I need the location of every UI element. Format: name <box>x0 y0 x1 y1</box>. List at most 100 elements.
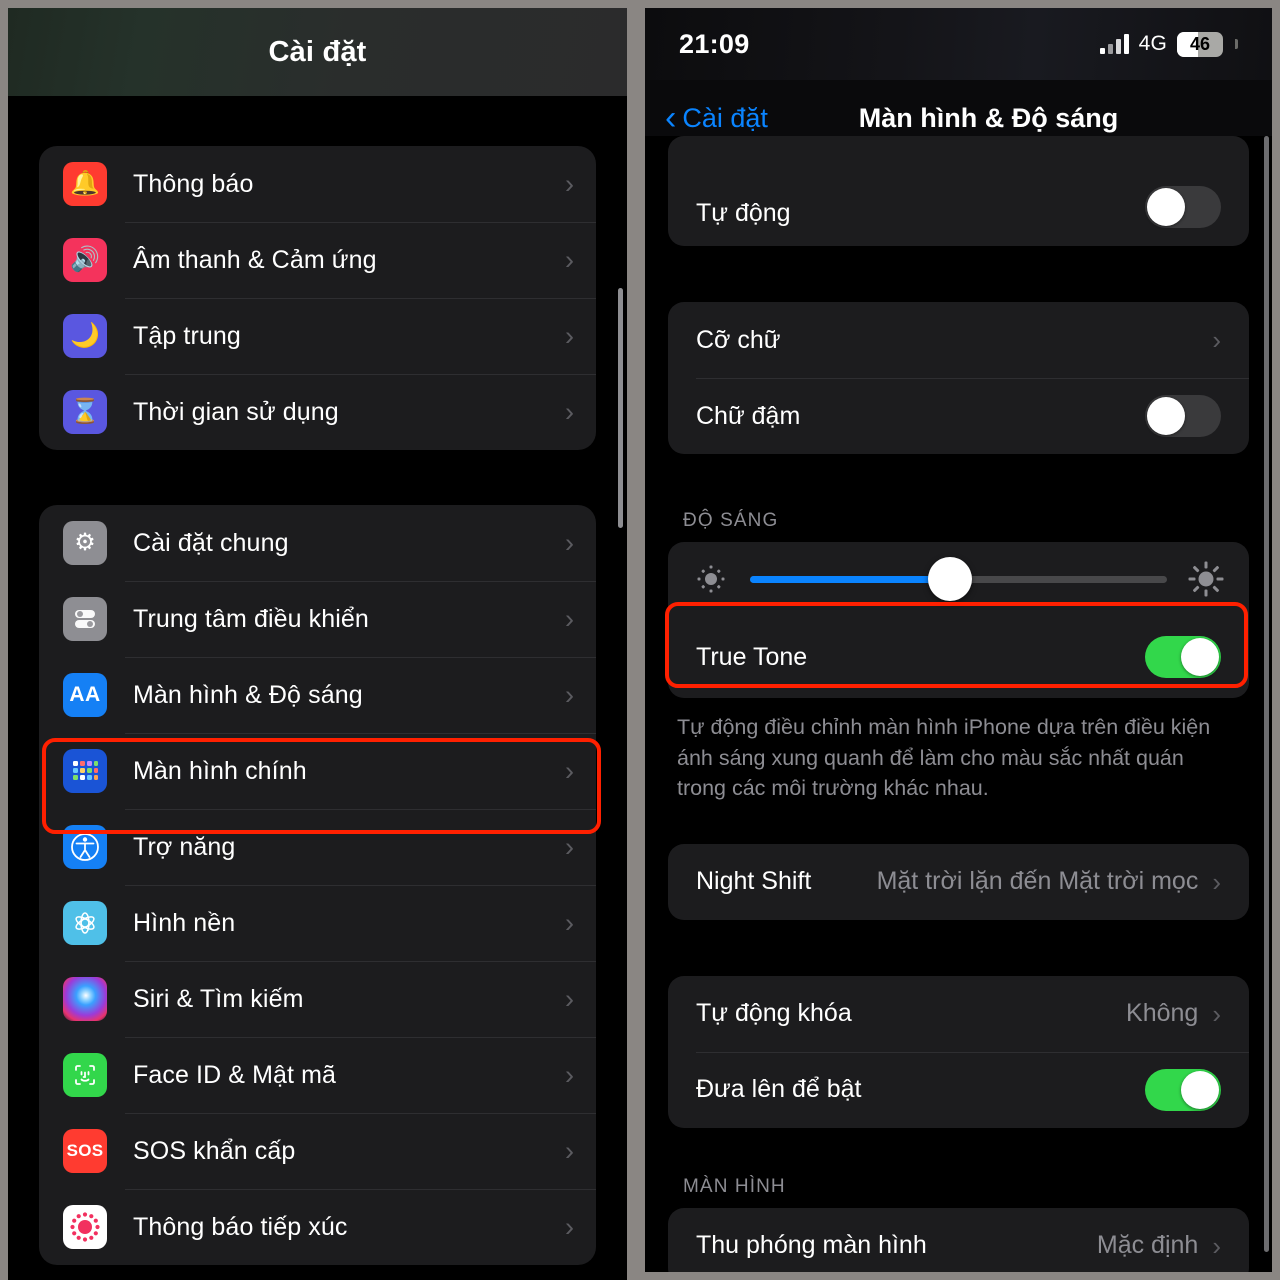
sidebar-item-general[interactable]: ⚙ Cài đặt chung › <box>39 505 596 581</box>
chevron-right-icon: › <box>1212 325 1221 355</box>
wallpaper-icon <box>63 901 107 945</box>
left-navigation-bar: Cài đặt <box>8 8 627 96</box>
sidebar-item-wallpaper[interactable]: Hình nền › <box>39 885 596 961</box>
row-label: Cỡ chữ <box>696 325 781 354</box>
settings-group-notifications: 🔔 Thông báo › 🔊 Âm thanh & Cảm ứng › 🌙 T… <box>39 146 596 450</box>
row-raise-to-wake[interactable]: Đưa lên để bật <box>668 1051 1249 1128</box>
chevron-right-icon: › <box>565 244 574 275</box>
toggle-true-tone[interactable] <box>1145 636 1221 678</box>
brightness-slider-fill <box>750 575 951 583</box>
text-group: Cỡ chữ › Chữ đậm <box>668 302 1249 454</box>
status-bar: 21:09 4G 46 <box>645 8 1272 80</box>
chevron-right-icon: › <box>1212 1230 1221 1261</box>
moon-icon: 🌙 <box>63 314 107 358</box>
sidebar-item-emergency-sos[interactable]: SOS SOS khẩn cấp › <box>39 1113 596 1189</box>
sidebar-item-face-id-passcode[interactable]: Face ID & Mật mã › <box>39 1037 596 1113</box>
display-aa-icon: AA <box>63 673 107 717</box>
display-zoom-group: Thu phóng màn hình Mặc định › <box>668 1207 1249 1272</box>
sidebar-item-accessibility[interactable]: Trợ năng › <box>39 809 596 885</box>
row-text-size[interactable]: Cỡ chữ › <box>668 302 1249 378</box>
night-shift-group: Night Shift Mặt trời lặn đến Mặt trời mọ… <box>668 843 1249 920</box>
toggle-auto[interactable] <box>1145 186 1221 228</box>
chevron-right-icon: › <box>1212 998 1221 1029</box>
row-display-zoom[interactable]: Thu phóng màn hình Mặc định › <box>668 1208 1249 1272</box>
sidebar-item-label: Thời gian sử dụng <box>133 397 339 426</box>
toggle-knob <box>1147 397 1185 435</box>
back-button-label: Cài đặt <box>682 102 768 133</box>
page-title: Cài đặt <box>268 35 367 68</box>
sidebar-item-label: Âm thanh & Cảm ứng <box>133 245 377 274</box>
toggle-knob <box>1147 188 1185 226</box>
sidebar-item-siri-search[interactable]: Siri & Tìm kiếm › <box>39 961 596 1037</box>
row-value: Mặt trời lặn đến Mặt trời mọc <box>876 867 1199 896</box>
gear-icon: ⚙ <box>63 521 107 565</box>
row-auto-lock[interactable]: Tự động khóa Không › <box>668 976 1249 1052</box>
chevron-right-icon: › <box>565 755 574 786</box>
chevron-right-icon: › <box>565 396 574 427</box>
sidebar-item-screen-time[interactable]: ⌛ Thời gian sử dụng › <box>39 374 596 450</box>
sidebar-item-label: Màn hình chính <box>133 756 307 785</box>
battery-cap <box>1235 39 1238 49</box>
sidebar-item-display-brightness[interactable]: AA Màn hình & Độ sáng › <box>39 657 596 733</box>
sidebar-item-label: Trợ năng <box>133 832 236 861</box>
row-value: Mặc định <box>1096 1231 1199 1260</box>
sidebar-item-focus[interactable]: 🌙 Tập trung › <box>39 298 596 374</box>
exposure-notification-icon <box>63 1205 107 1249</box>
bell-icon: 🔔 <box>63 162 107 206</box>
brightness-group: True Tone <box>668 542 1249 698</box>
left-scrollbar[interactable] <box>618 288 623 528</box>
display-settings-scroll-area[interactable]: Tự động Cỡ chữ › Chữ đậm ĐỘ SÁNG True To… <box>645 136 1272 1272</box>
sidebar-item-label: Hình nền <box>133 908 236 937</box>
sidebar-item-control-center[interactable]: Trung tâm điều khiển › <box>39 581 596 657</box>
sidebar-item-home-screen[interactable]: Màn hình chính › <box>39 733 596 809</box>
settings-scroll-area[interactable]: 🔔 Thông báo › 🔊 Âm thanh & Cảm ứng › 🌙 T… <box>8 96 627 1280</box>
sidebar-item-label: Thông báo <box>133 169 254 198</box>
chevron-right-icon: › <box>565 320 574 351</box>
face-id-icon <box>63 1053 107 1097</box>
sidebar-item-notifications[interactable]: 🔔 Thông báo › <box>39 146 596 222</box>
row-night-shift[interactable]: Night Shift Mặt trời lặn đến Mặt trời mọ… <box>668 844 1249 920</box>
row-label: Thu phóng màn hình <box>696 1231 927 1260</box>
status-indicators: 4G 46 <box>1099 31 1238 57</box>
chevron-right-icon: › <box>565 1211 574 1242</box>
toggle-knob <box>1181 638 1219 676</box>
appearance-group: Tự động <box>668 136 1249 246</box>
accessibility-icon <box>63 825 107 869</box>
display-brightness-screen: 21:09 4G 46 ‹ Cài đặt Màn hình & Độ sáng <box>645 8 1272 1272</box>
right-scrollbar[interactable] <box>1264 136 1269 1252</box>
speaker-icon: 🔊 <box>63 238 107 282</box>
hourglass-icon: ⌛ <box>63 390 107 434</box>
home-screen-icon <box>63 749 107 793</box>
chevron-right-icon: › <box>565 983 574 1014</box>
brightness-slider-row[interactable] <box>668 542 1249 616</box>
sidebar-item-sounds-haptics[interactable]: 🔊 Âm thanh & Cảm ứng › <box>39 222 596 298</box>
battery-icon: 46 <box>1177 31 1223 57</box>
row-bold-text[interactable]: Chữ đậm <box>668 378 1249 454</box>
row-auto[interactable]: Tự động <box>668 136 1249 246</box>
toggle-knob <box>1181 1070 1219 1109</box>
sos-icon: SOS <box>63 1129 107 1173</box>
sidebar-item-exposure-notifications[interactable]: Thông báo tiếp xúc › <box>39 1189 596 1265</box>
brightness-slider-handle[interactable] <box>928 557 973 601</box>
brightness-low-icon <box>694 562 728 596</box>
brightness-slider-track[interactable] <box>750 557 1167 601</box>
status-clock: 21:09 <box>679 28 750 59</box>
row-label: Tự động <box>696 199 791 227</box>
row-label: True Tone <box>696 642 808 671</box>
toggle-raise-to-wake[interactable] <box>1145 1068 1221 1111</box>
row-label: Chữ đậm <box>696 401 801 430</box>
chevron-right-icon: › <box>565 679 574 710</box>
chevron-right-icon: › <box>565 1059 574 1090</box>
auto-lock-group: Tự động khóa Không › Đưa lên để bật <box>668 975 1249 1128</box>
control-center-icon <box>63 597 107 641</box>
sidebar-item-label: Trung tâm điều khiển <box>133 604 369 633</box>
sidebar-item-label: Face ID & Mật mã <box>133 1060 337 1089</box>
chevron-left-icon: ‹ <box>665 99 677 137</box>
siri-icon <box>63 977 107 1021</box>
row-true-tone[interactable]: True Tone <box>668 616 1249 698</box>
row-label: Đưa lên để bật <box>696 1075 862 1104</box>
network-type-label: 4G <box>1138 32 1167 55</box>
back-button[interactable]: ‹ Cài đặt <box>665 101 768 135</box>
toggle-bold-text[interactable] <box>1145 395 1221 437</box>
cellular-signal-icon <box>1099 34 1129 54</box>
